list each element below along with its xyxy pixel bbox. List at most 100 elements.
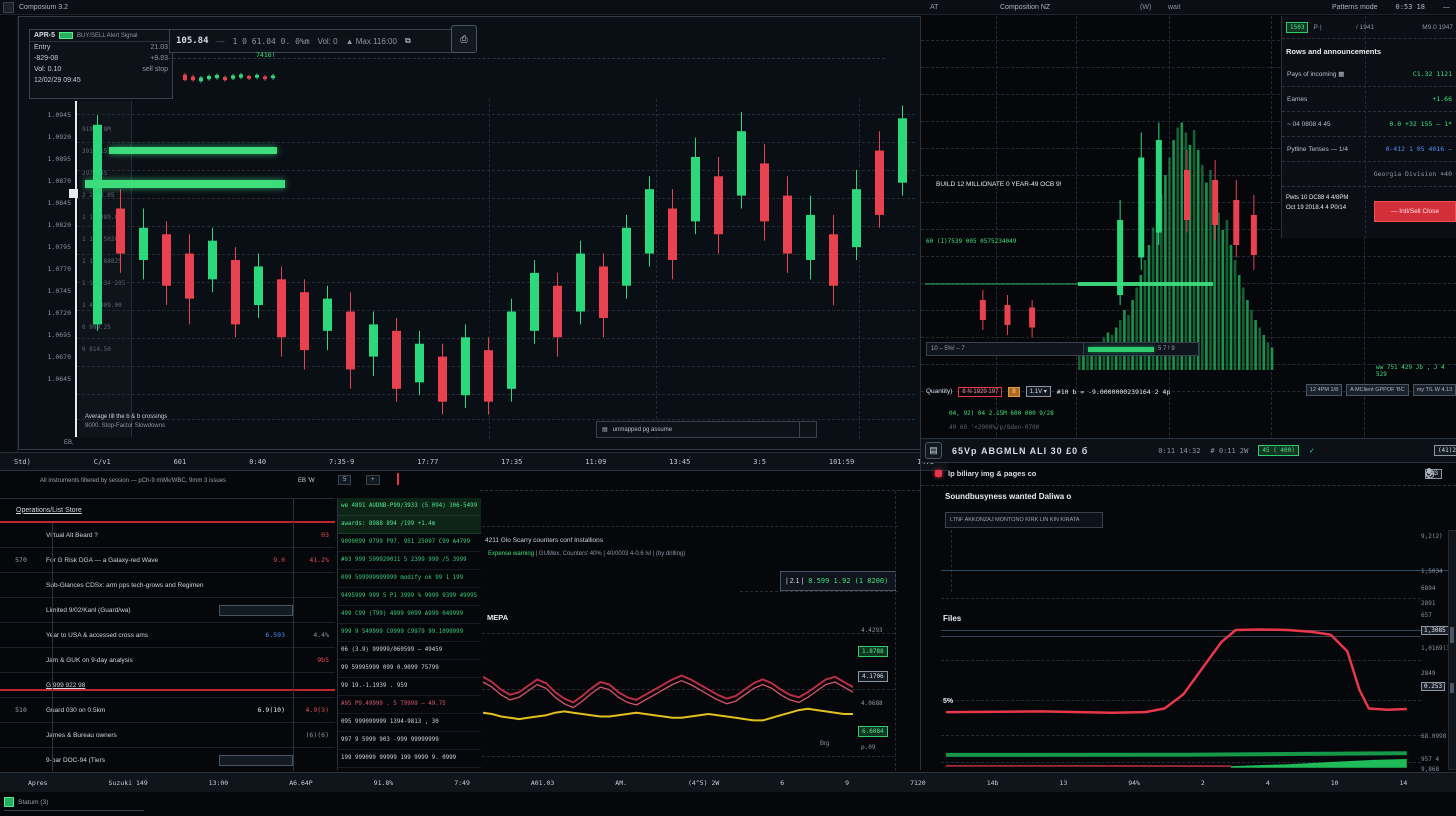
gridline [482, 526, 898, 527]
sell-close-button[interactable]: — Intl/Sell Close [1374, 201, 1456, 222]
table-row[interactable]: Sub-Glances CDSx: arm pps tech-grows and… [0, 573, 335, 598]
status-item[interactable]: 94% [1128, 779, 1140, 787]
status-item[interactable]: 7120 [910, 779, 926, 787]
status-item[interactable]: 2 [1201, 779, 1205, 787]
status-item[interactable]: Apres [28, 779, 48, 787]
tab-chip-add[interactable]: + [366, 475, 380, 485]
info-row[interactable]: Pytline Tenses — 1/4 0-412 1 05 4016 — [1282, 137, 1456, 162]
status-item[interactable]: A6.64P [289, 779, 312, 787]
expand-icon[interactable]: ⧉ [405, 36, 411, 46]
footer-control-icon-button[interactable] [799, 421, 817, 438]
time-axis-label: 601 [174, 458, 187, 466]
value-green: 8.599 1.92 (1 8200) [808, 577, 888, 585]
log-row[interactable]: awards: 8988 894 /199 +1.4m [338, 516, 481, 534]
table-row[interactable]: Jam & GUK on 9-day analysis 9b5 [0, 648, 335, 673]
mini-button[interactable]: A MClient GPPOF 'BC [1346, 384, 1409, 396]
report-axis-label: 2849 [1421, 670, 1435, 677]
menu-item-at[interactable]: AT [930, 4, 938, 11]
progress-fill [1088, 347, 1154, 352]
mid-value-box[interactable]: | 2.1 | 8.599 1.92 (1 8200) [780, 571, 896, 591]
table-header-cell[interactable]: Operations/List Store [16, 507, 82, 514]
log-row[interactable]: 997 9 5999 903 -999 99999999 [338, 732, 481, 750]
table-row[interactable]: 510 Guard 030 on 0.5km 6.9(10) 4.9(3) [0, 698, 335, 723]
mid-axis-badge: 4.4293 [858, 626, 886, 635]
list-icon[interactable]: ▤ [925, 442, 942, 459]
log-row[interactable]: #93 999 599929011 5 2399 999 /5 3999 [338, 552, 481, 570]
log-row[interactable]: 499 C99 (T99) 4999 9099 A999 049999 [338, 606, 481, 624]
price-axis-label: 1.0695 [21, 324, 71, 346]
oscillator-panel: 4211 Glo Scarry counters conf Installion… [480, 490, 920, 771]
log-row[interactable]: 099 599999999999 modify ok 99 1 199 [338, 570, 481, 588]
status-item[interactable]: A01.03 [531, 779, 554, 787]
log-row[interactable]: 9099099 9799 P97. 951 25097 C99 A4799 [338, 534, 481, 552]
quote-price: 105.84 [176, 36, 209, 46]
table-row[interactable]: Virtual Alt Beard ? 03 [0, 523, 335, 548]
menu-item-composition[interactable]: Composition NZ [1000, 4, 1050, 11]
connection-status[interactable]: Statum (3) [4, 797, 144, 811]
table-row[interactable]: 9-bar DOC-94 (Tiers [0, 748, 335, 773]
document-icon: ⎙ [460, 34, 467, 45]
info-row[interactable]: ~ 04 0808 4 45 0.0 +32 155 – 1* [1282, 112, 1456, 137]
log-row[interactable]: 0:2997 . A99093A . 377 . 4M9 [338, 768, 481, 770]
footer-control[interactable]: ▤ unmapped pg assume [596, 421, 804, 438]
report-title: Soundbusyness wanted Daliwa o [921, 486, 1456, 501]
table-row[interactable]: Year to USA & accessed cross ams 6.593 4… [0, 623, 335, 648]
status-item[interactable]: 6 [780, 779, 784, 787]
mini-button[interactable]: 12 4PM 1/8 [1306, 384, 1342, 396]
row-progress-box[interactable] [219, 605, 293, 616]
status-item[interactable]: 13:00 [209, 779, 229, 787]
status-item[interactable]: 9 [845, 779, 849, 787]
info-row[interactable]: Pays of incoming ▦ C1.32 1121 [1282, 62, 1456, 87]
oscillator-chart[interactable] [483, 641, 853, 769]
log-row[interactable]: 9495999 999 5 P1 3999 % 9999 9399 49995 [338, 588, 481, 606]
signal-row: Vol: 0.10 sell stop [30, 64, 172, 75]
log-row[interactable]: 06 (3.9) 99999/060599 — 49459 [338, 642, 481, 660]
new-order-button[interactable]: ⎙ [451, 25, 477, 53]
mini-button[interactable]: my T/L W 4.13 [1413, 384, 1456, 396]
price-axis-label: 1.0920 [21, 126, 71, 148]
info-row[interactable]: Georgia Division ⚘40 [1282, 162, 1456, 187]
report-chart[interactable] [946, 530, 1421, 768]
log-row[interactable]: 99 19.-1.1939 . 959 [338, 678, 481, 696]
table-row[interactable]: G 999 922 98 [0, 673, 335, 698]
table-row[interactable]: Limited 9/02/Kanl (Guard/wa) [0, 598, 335, 623]
status-item[interactable]: 14 [1400, 779, 1408, 787]
log-row[interactable]: we 4891 AUDNB-P99/3933 (5 094) 306-5499 [338, 498, 481, 516]
log-row[interactable]: 999 9 549999 C9999 C9979 99.1099999 [338, 624, 481, 642]
status-item[interactable]: 4 [1266, 779, 1270, 787]
status-item[interactable]: (4^5) 2W [688, 779, 719, 787]
patterns-mode-label[interactable]: Patterns mode [1332, 4, 1378, 11]
status-item[interactable]: 91.8% [374, 779, 394, 787]
time-axis-label: 11:09 [585, 458, 606, 466]
price-flag-marker[interactable] [69, 189, 78, 198]
circle-icon[interactable] [1425, 469, 1435, 479]
report-tab[interactable]: LTNF AKKONZAJ MONTONO KIRK LIN KIN KIRAT… [945, 512, 1103, 528]
row-progress-box[interactable] [219, 755, 293, 766]
menu-item-wait[interactable]: wait [1168, 4, 1180, 11]
signal-row: Entry 21.03 [30, 42, 172, 53]
log-row[interactable]: A95 P9.49999 . 5 T9999 — 49.75 [338, 696, 481, 714]
table-row[interactable]: James & Bureau owners (6)(6) [0, 723, 335, 748]
report-scrollbar[interactable] [1448, 530, 1456, 770]
log-row[interactable]: 095 999099999 1394-9813 , 30 [338, 714, 481, 732]
log-row[interactable]: 99 59995999 099 0.9099 75799 [338, 660, 481, 678]
status-item[interactable]: 10 [1331, 779, 1339, 787]
volume-chart[interactable] [923, 60, 1275, 386]
status-item[interactable]: 7:49 [454, 779, 470, 787]
info-row[interactable]: Eames +1.66 [1282, 87, 1456, 112]
progress-left[interactable]: 10 – 5%! – 7 [926, 342, 1084, 356]
dropdown-1-1v[interactable]: 1.1V ▾ [1026, 386, 1051, 397]
table-row[interactable]: 570 For G Risk DGA — a Galaxy-red Wave 9… [0, 548, 335, 573]
status-item[interactable]: AM. [615, 779, 627, 787]
scrollbar-handle[interactable] [1450, 627, 1454, 643]
scrollbar-handle[interactable] [1450, 683, 1454, 693]
minimize-button[interactable]: — [1443, 4, 1450, 11]
orange-chip[interactable]: 8 [1008, 387, 1019, 397]
status-item[interactable]: 14b [987, 779, 999, 787]
status-item[interactable]: Suzuki 149 [109, 779, 148, 787]
tab-chip-5[interactable]: 5 [338, 475, 351, 485]
time-axis-label: 17:35 [501, 458, 522, 466]
status-item[interactable]: 13 [1059, 779, 1067, 787]
progress-right[interactable]: 5 7 ! 9 [1083, 342, 1199, 356]
log-row[interactable]: 199 999099 99999 199 9999 9. 0999 [338, 750, 481, 768]
